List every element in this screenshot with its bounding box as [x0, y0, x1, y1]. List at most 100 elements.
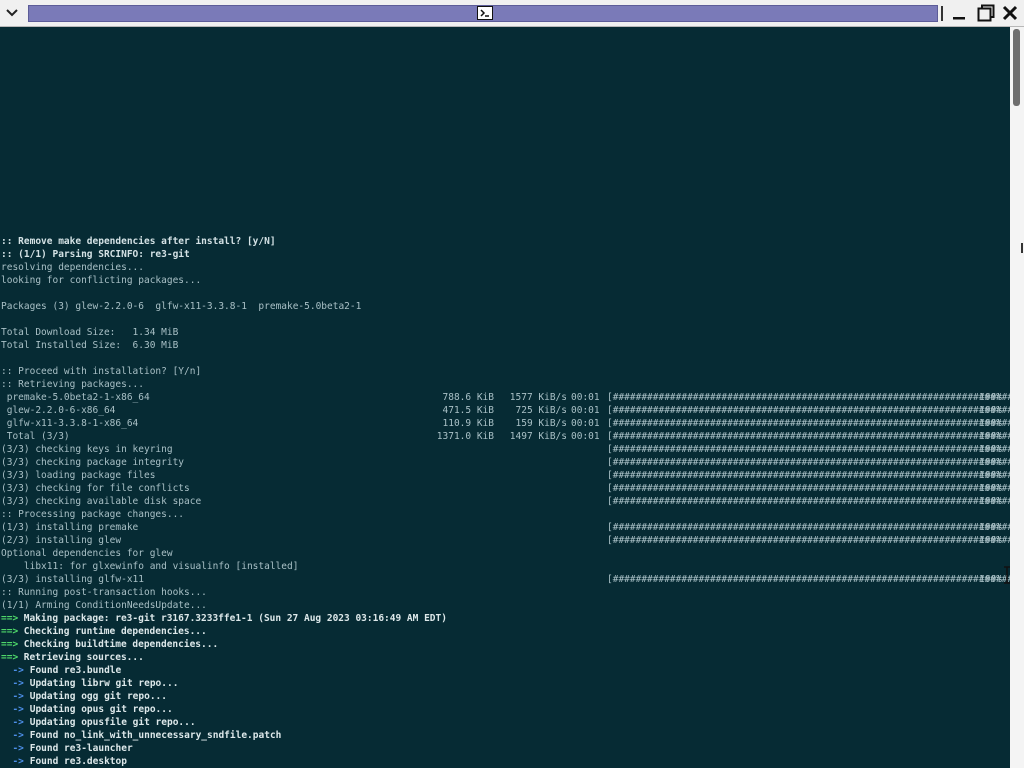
terminal-line: (2/3) installing glew [##################…	[1, 534, 1010, 547]
terminal-line: (3/3) checking available disk space [####…	[1, 495, 1010, 508]
message-text: Found no_link_with_unnecessary_sndfile.p…	[24, 730, 282, 741]
terminal-line: (1/3) installing premake [###############…	[1, 521, 1010, 534]
terminal-scrollbar[interactable]	[1010, 27, 1024, 768]
terminal-lines: :: Remove make dependencies after instal…	[1, 235, 1010, 768]
terminal-line: Total Installed Size: 6.30 MiB	[1, 339, 1010, 352]
progress-percent: 100%	[979, 535, 1002, 546]
line-text: libx11: for glxewinfo and visualinfo [in…	[1, 561, 299, 572]
terminal-line: (3/3) loading package files [############…	[1, 469, 1010, 482]
terminal-output[interactable]: :: Remove make dependencies after instal…	[0, 27, 1010, 768]
terminal-line: -> Updating opusfile git repo...	[1, 716, 1010, 729]
arrow-prefix: ->	[1, 704, 24, 715]
titlebar-separator	[941, 6, 943, 21]
terminal-line: -> Found re3.bundle	[1, 664, 1010, 677]
close-button[interactable]	[1000, 3, 1020, 23]
progress-percent: 100%	[979, 418, 1002, 429]
progress-bar: [#######################################…	[607, 405, 1010, 416]
terminal-line: resolving dependencies...	[1, 261, 1010, 274]
step-label: (3/3) checking for file conflicts	[1, 483, 190, 494]
message-text: Updating ogg git repo...	[24, 691, 167, 702]
terminal-line: :: Processing package changes...	[1, 508, 1010, 521]
terminal-line: ==> Retrieving sources...	[1, 651, 1010, 664]
window-titlebar	[0, 0, 1024, 27]
progress-percent: 100%	[979, 392, 1002, 403]
line-text: looking for conflicting packages...	[1, 275, 202, 286]
message-text: Updating opus git repo...	[24, 704, 173, 715]
maximize-button[interactable]	[976, 3, 996, 23]
package-name: glew-2.2.0-6-x86_64	[1, 405, 116, 416]
terminal-line: :: (1/1) Parsing SRCINFO: re3-git	[1, 248, 1010, 261]
progress-percent: 100%	[979, 522, 1002, 533]
step-label: (1/3) installing premake	[1, 522, 139, 533]
progress-bar: [#######################################…	[607, 496, 1010, 507]
edge-marker	[1021, 243, 1023, 253]
terminal-line: (3/3) checking for file conflicts [######…	[1, 482, 1010, 495]
message-text: Found re3.bundle	[24, 665, 122, 676]
progress-bar: [#######################################…	[607, 470, 1010, 481]
minimize-icon	[953, 17, 965, 20]
terminal-line: libx11: for glxewinfo and visualinfo [in…	[1, 560, 1010, 573]
terminal-icon	[477, 6, 493, 20]
message-text: Checking buildtime dependencies...	[18, 639, 219, 650]
line-text: :: Proceed with installation? [Y/n]	[1, 366, 202, 377]
terminal-line: -> Updating opus git repo...	[1, 703, 1010, 716]
text-cursor-icon	[1004, 566, 1010, 584]
line-text: resolving dependencies...	[1, 262, 144, 273]
progress-percent: 100%	[979, 405, 1002, 416]
progress-bar: [#######################################…	[607, 431, 1010, 442]
line-text: Optional dependencies for glew	[1, 548, 173, 559]
terminal-line: ==> Checking runtime dependencies...	[1, 625, 1010, 638]
terminal-line: glew-2.2.0-6-x86_64 471.5 KiB 725 KiB/s 00:…	[1, 404, 1010, 417]
maximize-icon	[977, 4, 995, 22]
terminal-line: :: Remove make dependencies after instal…	[1, 235, 1010, 248]
terminal-line: ==> Making package: re3-git r3167.3233ff…	[1, 612, 1010, 625]
step-label: (3/3) loading package files	[1, 470, 156, 481]
arrow-prefix: ->	[1, 717, 24, 728]
step-label: (3/3) installing glfw-x11	[1, 574, 144, 585]
message-text: Found re3-launcher	[24, 743, 133, 754]
chevron-down-icon	[6, 9, 18, 17]
download-speed: 159 KiB/s	[515, 418, 567, 429]
download-size: 788.6 KiB	[442, 392, 494, 403]
package-name: premake-5.0beta2-1-x86_64	[1, 392, 150, 403]
progress-bar: [#######################################…	[607, 522, 1010, 533]
download-size: 110.9 KiB	[442, 418, 494, 429]
line-text: Total Installed Size: 6.30 MiB	[1, 340, 179, 351]
message-text: Updating librw git repo...	[24, 678, 179, 689]
terminal-line: Optional dependencies for glew	[1, 547, 1010, 560]
progress-bar: [#######################################…	[607, 444, 1010, 455]
terminal-line: -> Updating librw git repo...	[1, 677, 1010, 690]
terminal-line: (3/3) installing glfw-x11 [##############…	[1, 573, 1010, 586]
progress-bar: [#######################################…	[607, 418, 1010, 429]
minimize-button[interactable]	[949, 3, 969, 23]
progress-bar: [#######################################…	[607, 392, 1010, 403]
progress-percent: 100%	[979, 470, 1002, 481]
close-icon	[1002, 5, 1018, 21]
terminal-line: (1/1) Arming ConditionNeedsUpdate...	[1, 599, 1010, 612]
download-time: 00:01	[571, 405, 600, 416]
download-speed: 1497 KiB/s	[509, 431, 567, 442]
scrollbar-thumb[interactable]	[1013, 29, 1020, 106]
terminal-line: -> Found re3-launcher	[1, 742, 1010, 755]
line-text: (1/1) Arming ConditionNeedsUpdate...	[1, 600, 207, 611]
terminal-line: glfw-x11-3.3.8-1-x86_64 110.9 KiB 159 KiB/…	[1, 417, 1010, 430]
terminal-line: :: Retrieving packages...	[1, 378, 1010, 391]
message-text: Checking runtime dependencies...	[18, 626, 207, 637]
terminal-line: -> Found re3.desktop	[1, 755, 1010, 768]
terminal-line: (3/3) checking keys in keyring [#########…	[1, 443, 1010, 456]
terminal-line: -> Updating ogg git repo...	[1, 690, 1010, 703]
download-time: 00:01	[571, 392, 600, 403]
line-text: :: Processing package changes...	[1, 509, 185, 520]
download-size: 1371.0 KiB	[436, 431, 494, 442]
progress-percent: 100%	[979, 496, 1002, 507]
terminal-line: (3/3) checking package integrity [#######…	[1, 456, 1010, 469]
terminal-line: premake-5.0beta2-1-x86_64 788.6 KiB 1577 K…	[1, 391, 1010, 404]
package-name: Total (3/3)	[1, 431, 70, 442]
progress-percent: 100%	[979, 483, 1002, 494]
step-label: (3/3) checking package integrity	[1, 457, 185, 468]
progress-bar: [#######################################…	[607, 535, 1010, 546]
window-menu-button[interactable]	[2, 3, 22, 23]
terminal-line: :: Proceed with installation? [Y/n]	[1, 365, 1010, 378]
package-name: glfw-x11-3.3.8-1-x86_64	[1, 418, 139, 429]
